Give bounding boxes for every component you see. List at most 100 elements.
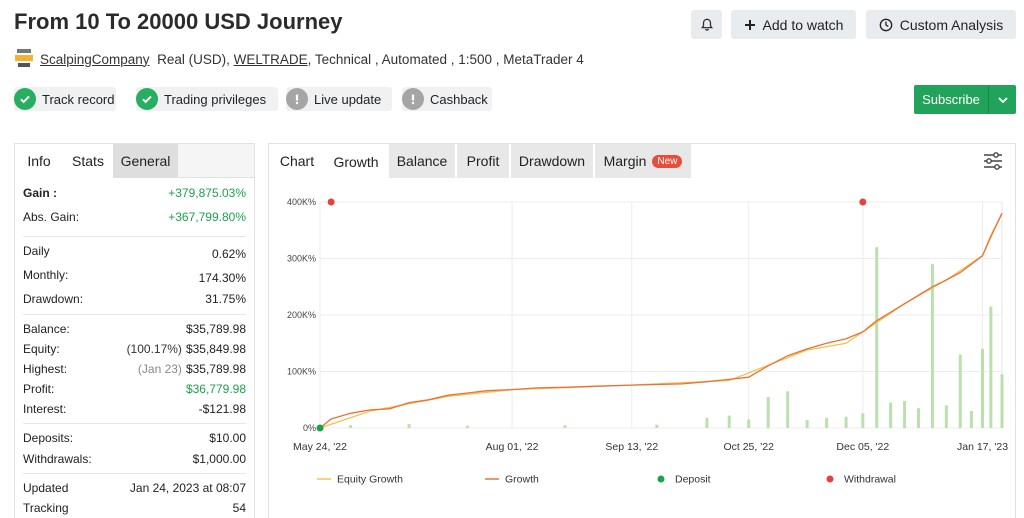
stat-value: +379,875.03%: [168, 186, 246, 200]
x-tick-label: Sep 13, '22: [605, 441, 658, 453]
divider: [23, 473, 246, 474]
badge-label: Track record: [42, 91, 115, 107]
withdrawal-point: [859, 198, 867, 206]
tab-chart[interactable]: Chart: [269, 144, 325, 178]
stat-label: Interest:: [23, 402, 67, 416]
divider: [23, 236, 246, 237]
x-axis-ticks: May 24, '22 Aug 01, '22 Sep 13, '22 Oct 25,…: [293, 441, 1008, 453]
divider: [23, 423, 246, 424]
x-tick-label: Aug 01, '22: [486, 441, 539, 453]
volume-bar: [705, 417, 709, 428]
chart-legend: Equity Growth Growth Deposit Withdrawal: [317, 474, 896, 486]
badge-label: Cashback: [430, 91, 488, 107]
add-to-watch-label: Add to watch: [762, 16, 844, 33]
volume-bar: [889, 402, 893, 428]
stat-updated: Updated Jan 24, 2023 at 08:07: [23, 481, 246, 495]
stat-label: Abs. Gain:: [23, 210, 80, 224]
volume-bar: [969, 411, 973, 428]
y-tick-label: 100K%: [287, 367, 316, 377]
y-tick-label: 0%: [303, 423, 316, 433]
stat-value: +367,799.80%: [168, 210, 246, 224]
badge-label: Trading privileges: [164, 91, 267, 107]
stat-tracking: Tracking 54: [23, 501, 246, 515]
legend-label: Growth: [505, 474, 539, 486]
subscribe-button[interactable]: Subscribe: [914, 85, 1016, 114]
chevron-down-icon[interactable]: [988, 85, 1016, 114]
badge-track-record[interactable]: Track record: [14, 87, 116, 111]
volume-bar: [407, 424, 411, 428]
custom-analysis-button[interactable]: Custom Analysis: [866, 10, 1016, 39]
x-tick-label: Oct 25, '22: [723, 441, 774, 453]
volume-bar: [861, 413, 865, 428]
tab-drawdown[interactable]: Drawdown: [511, 144, 593, 178]
x-tick-label: May 24, '22: [293, 441, 347, 453]
chart-panel: Chart Growth Balance Profit Drawdown Mar…: [268, 143, 1016, 518]
stat-daily: Daily 0.62%: [23, 244, 246, 261]
tab-margin-label: Margin: [603, 153, 647, 169]
stat-interest: Interest: -$121.98: [23, 402, 246, 416]
tab-balance[interactable]: Balance: [389, 144, 455, 178]
volume-bar: [989, 306, 993, 428]
badge-cashback[interactable]: Cashback: [402, 87, 492, 111]
tab-info[interactable]: Info: [15, 144, 63, 178]
account-tags: , Technical , Automated , 1:500 , MetaTr…: [307, 51, 584, 67]
stat-balance: Balance: $35,789.98: [23, 322, 246, 336]
exclamation-icon: [286, 88, 308, 110]
check-icon: [14, 88, 36, 110]
stat-deposits: Deposits: $10.00: [23, 431, 246, 445]
stats-panel: Info Stats General Gain : +379,875.03% Ab…: [14, 143, 255, 518]
legend-label: Withdrawal: [844, 474, 896, 486]
volume-bar: [349, 425, 353, 428]
volume-bar: [958, 354, 962, 428]
stat-label: Gain :: [23, 186, 58, 200]
badge-trading-privileges[interactable]: Trading privileges: [136, 87, 278, 111]
stat-value: 0.62%: [211, 247, 246, 261]
stat-abs-gain: Abs. Gain: +367,799.80%: [23, 210, 246, 224]
tab-profit[interactable]: Profit: [457, 144, 509, 178]
broker-link[interactable]: WELTRADE: [234, 52, 308, 67]
volume-bar: [786, 391, 790, 428]
y-tick-label: 400K%: [287, 197, 316, 207]
page-title: From 10 To 20000 USD Journey: [14, 9, 343, 34]
stat-value: $35,849.98: [185, 342, 246, 356]
y-tick-label: 200K%: [287, 310, 316, 320]
stat-profit: Profit: $36,779.98: [23, 382, 246, 396]
stat-prefix: (Jan 23): [137, 362, 182, 376]
provider-link[interactable]: ScalpingCompany: [40, 52, 150, 67]
stat-gain: Gain : +379,875.03%: [23, 186, 246, 200]
notify-button[interactable]: [691, 10, 722, 39]
badge-label: Live update: [314, 91, 382, 107]
volume-bar: [944, 405, 948, 428]
badge-live-update[interactable]: Live update: [286, 87, 392, 111]
stat-label: Equity:: [23, 342, 60, 356]
stat-label: Deposits:: [23, 431, 74, 445]
add-to-watch-button[interactable]: Add to watch: [731, 10, 856, 39]
tab-general[interactable]: General: [113, 144, 178, 178]
stat-value: -$121.98: [198, 402, 246, 416]
volume-bar: [916, 408, 920, 428]
volume-bar: [766, 396, 770, 428]
chart-tabs: Chart Growth Balance Profit Drawdown Mar…: [269, 144, 693, 178]
stat-label: Monthly:: [23, 268, 69, 282]
plus-icon: [744, 19, 755, 30]
stat-label: Updated: [23, 481, 69, 495]
volume-bar: [903, 400, 907, 428]
stat-label: Balance:: [23, 322, 70, 336]
chart-grid: [319, 201, 1003, 429]
chart-settings-icon[interactable]: [983, 152, 1003, 175]
volume-bar: [747, 419, 751, 428]
account-meta: ScalpingCompany Real (USD), WELTRADE , T…: [14, 49, 584, 69]
growth-chart[interactable]: 0% 100K% 200K% 300K% 400K% May 24, '22 Aug 01…: [269, 178, 1015, 518]
legend-label: Deposit: [675, 474, 711, 486]
stat-value: $35,789.98: [185, 362, 246, 376]
tab-margin[interactable]: Margin New: [595, 144, 691, 178]
subscribe-label: Subscribe: [922, 92, 980, 107]
custom-analysis-label: Custom Analysis: [899, 16, 1004, 33]
stat-highest: Highest: (Jan 23) $35,789.98: [23, 362, 246, 376]
tab-stats[interactable]: Stats: [63, 144, 113, 178]
check-icon: [136, 88, 158, 110]
bell-icon: [700, 18, 713, 31]
divider: [23, 314, 246, 315]
stats-tabs: Info Stats General: [15, 144, 254, 178]
tab-growth[interactable]: Growth: [325, 144, 387, 178]
